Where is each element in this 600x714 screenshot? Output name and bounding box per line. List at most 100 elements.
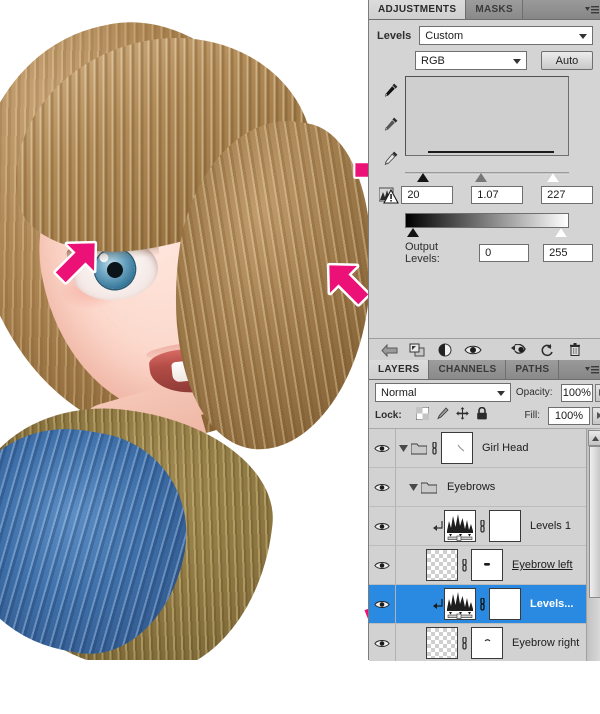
layer-name[interactable]: Levels... (530, 598, 573, 610)
group-disclosure-icon[interactable] (406, 483, 420, 491)
table-row[interactable]: Levels 1 (369, 507, 600, 546)
layers-controls: Normal Opacity: 100% Lock: Fill: 100% (369, 379, 600, 431)
clip-to-layer-icon[interactable] (431, 339, 459, 361)
lock-transparency-icon[interactable] (415, 406, 430, 425)
output-black-slider[interactable] (407, 228, 419, 237)
adjustments-spacer (377, 265, 593, 301)
adjustments-toolbar (369, 338, 600, 361)
set-black-point-eyedropper[interactable] (383, 82, 399, 103)
opacity-stepper[interactable] (595, 383, 600, 402)
black-point-slider[interactable] (417, 173, 429, 182)
layer-name[interactable]: Levels 1 (530, 520, 571, 532)
input-white-field[interactable]: 227 (541, 186, 593, 204)
white-point-slider[interactable] (547, 173, 559, 182)
preset-select[interactable]: Custom (419, 26, 593, 45)
lock-position-icon[interactable] (455, 406, 469, 425)
panel-menu-icon[interactable] (583, 360, 600, 379)
fill-field[interactable]: 100% (548, 406, 590, 425)
clipping-mask-arrow-icon (432, 598, 444, 610)
scroll-up-arrow-icon[interactable] (588, 430, 600, 446)
tab-masks[interactable]: MASKS (466, 0, 523, 19)
lock-icon-group (415, 406, 488, 425)
layer-mask-thumbnail[interactable] (471, 549, 503, 581)
view-previous-state-icon[interactable] (505, 339, 533, 361)
auto-button[interactable]: Auto (541, 51, 593, 70)
lock-all-icon[interactable] (476, 406, 488, 425)
expand-view-icon[interactable] (403, 339, 431, 361)
layer-visibility-toggle[interactable] (369, 585, 396, 623)
mask-link-icon[interactable] (458, 558, 471, 572)
set-gray-point-eyedropper[interactable] (383, 116, 399, 137)
table-row[interactable]: Eyebrow left (369, 546, 600, 585)
opacity-label: Opacity: (515, 387, 553, 398)
reset-adjustment-icon[interactable] (533, 339, 561, 361)
table-row[interactable]: Eyebrow right (369, 624, 600, 661)
mask-link-icon[interactable] (428, 441, 441, 455)
tab-adjustments[interactable]: ADJUSTMENTS (369, 0, 467, 19)
delete-adjustment-icon[interactable] (561, 339, 589, 361)
output-levels-label: Output Levels: (405, 241, 440, 265)
layer-name[interactable]: Girl Head (482, 442, 528, 454)
layer-visibility-toggle[interactable] (369, 429, 396, 467)
mask-link-icon[interactable] (476, 519, 489, 533)
layer-visibility-toggle[interactable] (369, 624, 396, 661)
input-black-field[interactable]: 20 (401, 186, 454, 204)
mask-link-icon[interactable] (476, 597, 489, 611)
layer-mask-thumbnail[interactable] (471, 627, 503, 659)
layer-visibility-toggle[interactable] (369, 468, 396, 506)
slider-track (405, 172, 569, 175)
histogram-display (405, 76, 569, 156)
lock-image-icon[interactable] (436, 406, 449, 425)
output-gradient-bar (405, 213, 569, 228)
gray-point-slider[interactable] (475, 173, 487, 182)
levels-label: Levels (377, 29, 412, 42)
adjustment-thumbnail[interactable] (444, 510, 476, 542)
layers-scrollbar[interactable] (586, 429, 600, 661)
scrollbar-thumb[interactable] (589, 446, 600, 598)
input-gamma-field[interactable]: 1.07 (471, 186, 524, 204)
input-levels-sliders[interactable] (405, 171, 569, 183)
group-disclosure-icon[interactable] (396, 444, 410, 452)
chevron-down-icon (513, 58, 521, 64)
layer-visibility-toggle[interactable] (369, 507, 396, 545)
table-row[interactable]: Eyebrows (369, 468, 600, 507)
layer-visibility-toggle[interactable] (369, 546, 396, 584)
opacity-field[interactable]: 100% (560, 383, 594, 402)
table-row[interactable]: Levels... (369, 585, 600, 624)
back-arrow-icon[interactable] (375, 339, 403, 361)
layer-thumbnail[interactable] (426, 549, 458, 581)
adjustment-thumbnail[interactable] (444, 588, 476, 620)
input-levels-values: 20 1.07 227 (377, 186, 593, 204)
layers-tabbar: LAYERS CHANNELS PATHS (369, 360, 600, 380)
table-row[interactable]: Girl Head (369, 429, 600, 468)
output-white-slider[interactable] (555, 228, 567, 237)
layer-mask-thumbnail[interactable] (489, 588, 521, 620)
panel-column: ADJUSTMENTS MASKS Levels Custom RGB Auto… (368, 0, 600, 661)
layer-list[interactable]: Girl Head Eyebrows Levels 1 Eyebrow left… (369, 428, 600, 661)
histogram-warning-icon[interactable] (377, 186, 401, 204)
layer-mask-thumbnail[interactable] (489, 510, 521, 542)
tab-paths[interactable]: PATHS (506, 360, 560, 379)
adjustments-body: Levels Custom RGB Auto 20 1.07 227 Outpu… (369, 20, 600, 301)
output-black-field[interactable]: 0 (479, 244, 530, 262)
tab-channels[interactable]: CHANNELS (429, 360, 507, 379)
channel-select[interactable]: RGB (415, 51, 527, 70)
panel-menu-icon[interactable] (583, 0, 600, 19)
mask-link-icon[interactable] (458, 636, 471, 650)
layer-name[interactable]: Eyebrows (447, 481, 495, 493)
chevron-down-icon (496, 390, 505, 396)
layer-name[interactable]: Eyebrow right (512, 637, 579, 649)
output-white-field[interactable]: 255 (543, 244, 593, 262)
output-levels-sliders[interactable] (405, 228, 569, 239)
tab-layers[interactable]: LAYERS (369, 360, 430, 379)
layer-mask-thumbnail[interactable] (441, 432, 473, 464)
layer-name[interactable]: Eyebrow left (512, 559, 573, 571)
set-white-point-eyedropper[interactable] (383, 150, 399, 171)
clipping-mask-arrow-icon (432, 520, 444, 532)
adjustments-tabbar: ADJUSTMENTS MASKS (369, 0, 600, 20)
image-canvas[interactable] (0, 0, 368, 660)
blend-mode-select[interactable]: Normal (375, 383, 511, 402)
fill-stepper[interactable] (592, 406, 600, 425)
toggle-visibility-icon[interactable] (459, 339, 487, 361)
layer-thumbnail[interactable] (426, 627, 458, 659)
